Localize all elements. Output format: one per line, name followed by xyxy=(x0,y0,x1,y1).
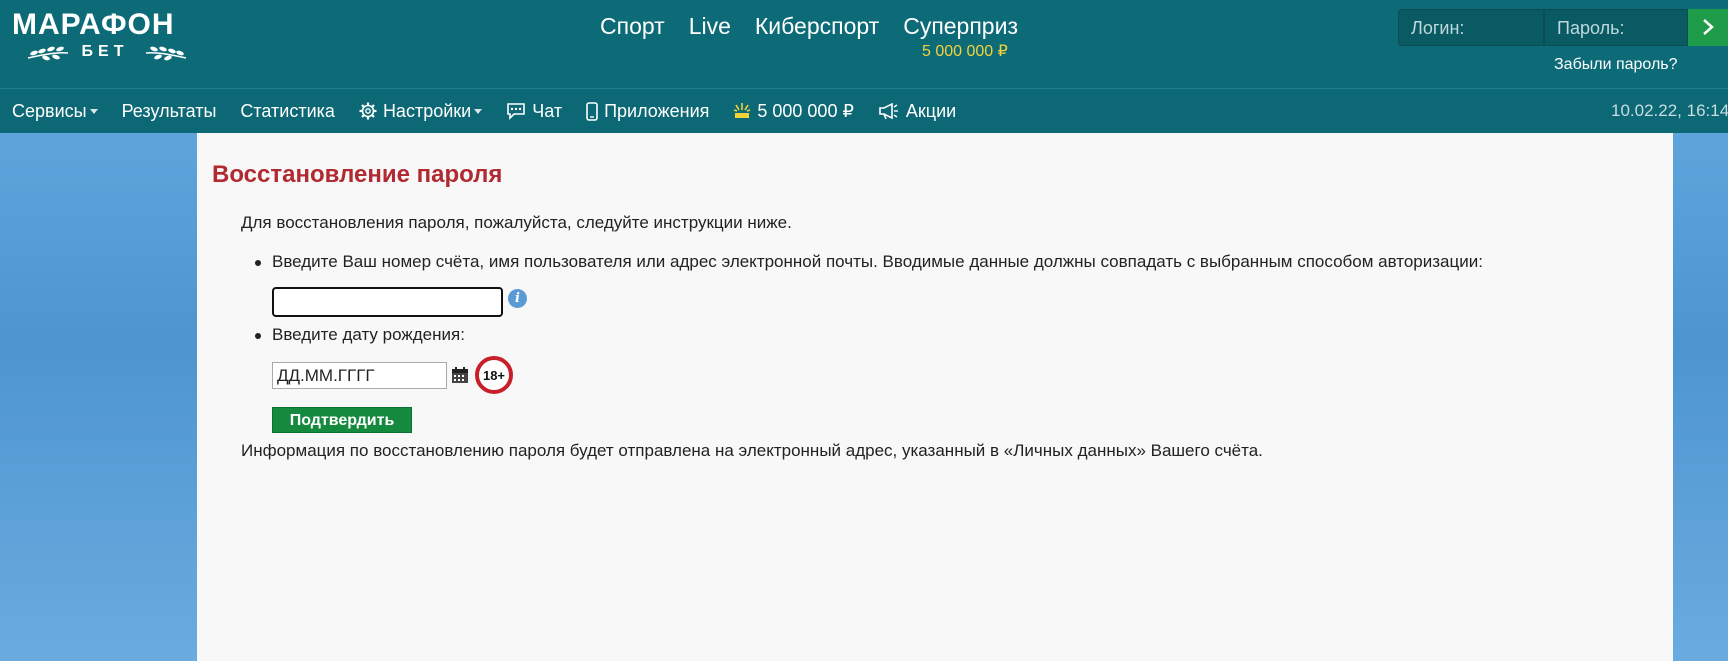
background-left xyxy=(0,133,197,661)
login-submit-button[interactable] xyxy=(1688,9,1728,46)
birthdate-input[interactable]: ДД.ММ.ГГГГ xyxy=(272,362,447,389)
info-note: Информация по восстановлению пароля буде… xyxy=(241,441,1263,460)
nav-services-label: Сервисы xyxy=(12,100,87,121)
chat-icon xyxy=(507,103,526,120)
nav-sport[interactable]: Спорт xyxy=(600,11,665,41)
logo-wordmark: МАРАФОН xyxy=(12,8,175,41)
nav-apps-label: Приложения xyxy=(604,100,710,121)
forgot-password-link[interactable]: Забыли пароль? xyxy=(1554,55,1678,75)
nav-promos[interactable]: Акции xyxy=(878,101,956,122)
main-content: Восстановление пароля Для восстановления… xyxy=(197,133,1673,661)
bullet xyxy=(255,260,261,266)
login-input[interactable]: Логин: xyxy=(1398,9,1544,46)
calendar-icon[interactable] xyxy=(451,366,469,384)
age-badge-text: 18+ xyxy=(483,368,505,383)
nav-jackpot-label: 5 000 000 ₽ xyxy=(757,100,854,121)
nav-chat[interactable]: Чат xyxy=(506,101,562,122)
brand-logo[interactable]: МАРАФОН БЕТ xyxy=(12,8,198,64)
step-dob-text: Введите дату рождения: xyxy=(272,325,465,344)
phone-icon xyxy=(586,101,598,121)
main-navigation: Спорт Live Киберспорт Суперприз xyxy=(600,11,1042,41)
nav-settings-label: Настройки xyxy=(382,100,472,121)
nav-settings[interactable]: Настройки xyxy=(359,100,483,122)
nav-chat-label: Чат xyxy=(532,100,563,121)
confirm-button[interactable]: Подтвердить xyxy=(272,407,412,433)
current-datetime: 10.02.22, 16:14 xyxy=(1611,101,1728,120)
nav-live[interactable]: Live xyxy=(689,11,731,41)
nav-superprize[interactable]: Суперприз xyxy=(903,11,1018,41)
chevron-down-icon xyxy=(89,108,98,114)
laurel-right-icon xyxy=(145,46,187,61)
megaphone-icon xyxy=(879,102,898,120)
nav-esports[interactable]: Киберспорт xyxy=(755,11,879,41)
nav-apps[interactable]: Приложения xyxy=(586,101,709,122)
age-restriction-icon: 18+ xyxy=(475,356,513,394)
bullet xyxy=(255,333,261,339)
nav-jackpot[interactable]: 5 000 000 ₽ xyxy=(733,101,854,122)
chevron-down-icon xyxy=(474,108,483,114)
nav-services[interactable]: Сервисы xyxy=(12,101,98,122)
nav-statistics-label: Статистика xyxy=(240,100,335,121)
nav-statistics[interactable]: Статистика xyxy=(240,101,335,122)
superprize-amount[interactable]: 5 000 000 ₽ xyxy=(922,43,1008,61)
login-form: Логин: Пароль: xyxy=(1398,9,1728,46)
background-right xyxy=(1673,133,1728,661)
secondary-navbar: Сервисы Результаты Статистика Настройки xyxy=(0,88,1728,133)
nav-results-label: Результаты xyxy=(121,100,217,121)
nav-promos-label: Акции xyxy=(905,100,957,121)
top-header: МАРАФОН БЕТ Спорт Live Киберспорт Суперп… xyxy=(0,0,1728,88)
password-input[interactable]: Пароль: xyxy=(1544,9,1688,46)
account-input[interactable] xyxy=(272,287,503,317)
chevron-right-icon xyxy=(1703,19,1714,35)
intro-text: Для восстановления пароля, пожалуйста, с… xyxy=(241,213,792,232)
step-account-text: Введите Ваш номер счёта, имя пользовател… xyxy=(272,252,1483,271)
info-icon[interactable]: i xyxy=(508,289,527,308)
gear-icon xyxy=(359,102,377,120)
nav-results[interactable]: Результаты xyxy=(122,101,217,122)
page-title: Восстановление пароля xyxy=(212,161,503,188)
trophy-icon xyxy=(734,103,751,118)
